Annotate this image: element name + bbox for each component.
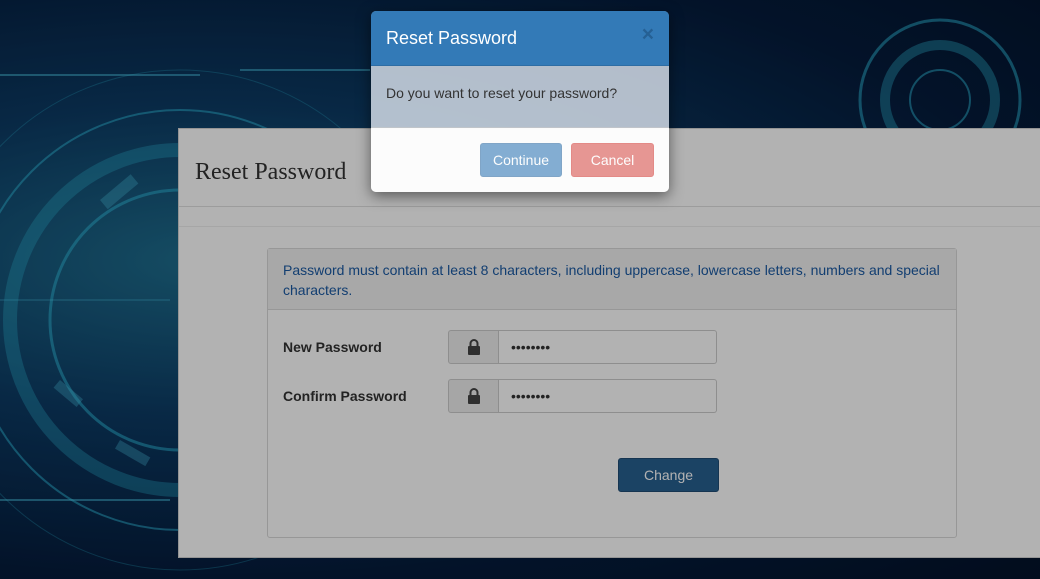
- modal-footer: Continue Cancel: [371, 128, 669, 192]
- modal-title: Reset Password: [386, 28, 518, 48]
- cancel-button[interactable]: Cancel: [571, 143, 654, 177]
- modal-header: Reset Password ×: [371, 11, 669, 66]
- reset-password-dialog: Reset Password × Do you want to reset yo…: [371, 11, 669, 192]
- modal-body: Do you want to reset your password?: [371, 66, 669, 128]
- close-icon[interactable]: ×: [642, 24, 654, 45]
- modal-message: Do you want to reset your password?: [386, 85, 618, 101]
- continue-button[interactable]: Continue: [480, 143, 562, 177]
